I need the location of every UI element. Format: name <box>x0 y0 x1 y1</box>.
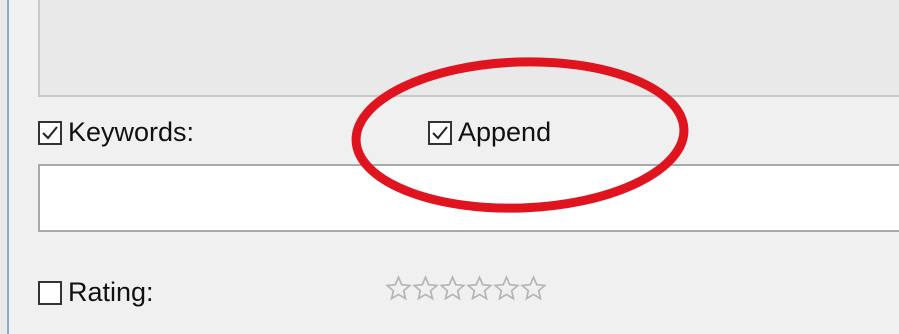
star-outline-icon[interactable] <box>520 275 547 302</box>
check-icon <box>432 125 448 139</box>
star-outline-icon[interactable] <box>493 275 520 302</box>
keywords-label: Keywords: <box>68 117 195 147</box>
star-outline-icon[interactable] <box>466 275 493 302</box>
window-left-border <box>0 0 9 334</box>
keywords-option[interactable]: Keywords: <box>38 119 194 146</box>
rating-option[interactable]: Rating: <box>38 279 154 306</box>
description-textarea[interactable] <box>38 0 899 97</box>
append-option[interactable]: Append <box>428 119 551 146</box>
rating-checkbox[interactable] <box>38 280 62 305</box>
append-checkbox[interactable] <box>428 120 452 145</box>
rating-stars[interactable] <box>385 275 547 302</box>
keywords-checkbox[interactable] <box>38 120 62 145</box>
append-label: Append <box>458 117 552 147</box>
check-icon <box>42 125 58 139</box>
rating-label: Rating: <box>68 277 154 307</box>
keywords-input[interactable] <box>38 164 899 232</box>
star-outline-icon[interactable] <box>412 275 439 302</box>
star-outline-icon[interactable] <box>385 275 412 302</box>
star-outline-icon[interactable] <box>439 275 466 302</box>
